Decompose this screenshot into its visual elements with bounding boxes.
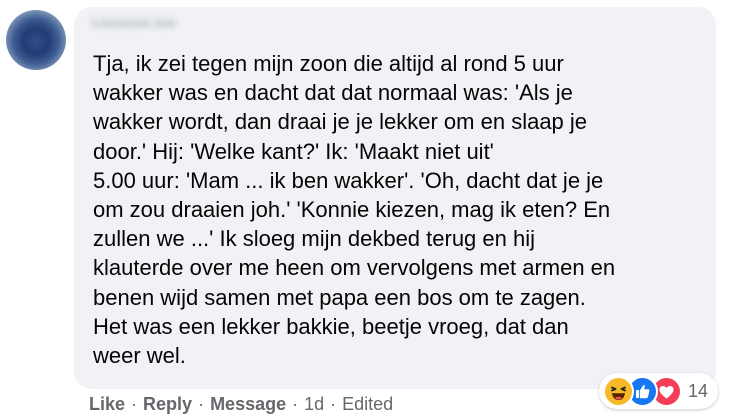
- comment-line: Het was een lekker bakkie, beetje vroeg,…: [93, 313, 569, 339]
- separator: ·: [198, 394, 205, 414]
- separator: ·: [131, 394, 138, 414]
- comment-author[interactable]: Lxxxxxxx xxx: [92, 15, 192, 31]
- comment-line: wakker wordt, dan draai je je lekker om …: [93, 109, 588, 135]
- like-link[interactable]: Like: [89, 392, 125, 416]
- comment-line: wakker was en dacht dat dat normaal was:…: [93, 80, 573, 106]
- edited-label[interactable]: Edited: [342, 392, 393, 416]
- comment-timestamp[interactable]: 1d: [304, 392, 324, 416]
- separator: ·: [330, 394, 337, 414]
- comment-line: zullen we ...' Ik sloeg mijn dekbed teru…: [93, 226, 535, 252]
- message-link[interactable]: Message: [210, 392, 286, 416]
- comment-actions: Like · Reply · Message · 1d · Edited: [89, 392, 393, 416]
- comment-avatar[interactable]: [6, 10, 66, 70]
- comment-line: door.' Hij: 'Welke kant?' Ik: 'Maakt nie…: [93, 138, 494, 164]
- reaction-count: 14: [688, 381, 709, 401]
- comment-line: Tja, ik zei tegen mijn zoon die altijd a…: [93, 51, 564, 76]
- reaction-summary[interactable]: 14: [599, 373, 719, 409]
- comment-line: klauterde over me heen om vervolgens met…: [93, 255, 616, 281]
- comment-line: benen wijd samen met papa een bos om te …: [93, 284, 586, 310]
- separator: ·: [292, 394, 299, 414]
- comment-line: om zou draaien joh.' 'Konnie kiezen, mag…: [93, 197, 611, 223]
- reply-link[interactable]: Reply: [143, 392, 192, 416]
- haha-icon: [603, 375, 634, 407]
- comment-line: weer wel.: [93, 343, 186, 369]
- comment-text: Tja, ik zei tegen mijn zoon die altijd a…: [93, 49, 705, 370]
- comment-bubble: Lxxxxxxx xxx Tja, ik zei tegen mijn zoon…: [74, 7, 716, 389]
- comment-line: 5.00 uur: 'Mam ... ik ben wakker'. 'Oh, …: [93, 167, 604, 193]
